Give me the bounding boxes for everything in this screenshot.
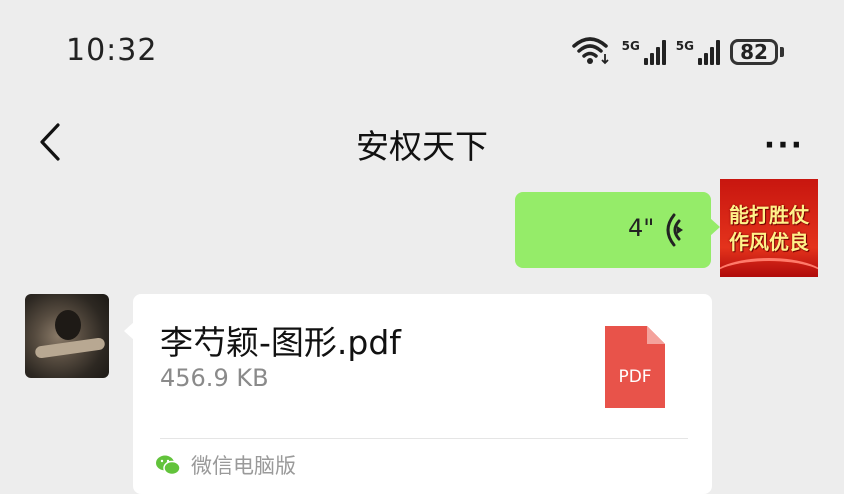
signal-icon-1: 5G [622,39,666,65]
battery-level: 82 [730,39,778,65]
divider [160,438,688,439]
my-avatar[interactable]: 能打胜仗 作风优良 [720,179,818,277]
signal-icon-2: 5G [676,39,720,65]
avatar-text-line2: 作风优良 [729,230,809,254]
friend-avatar[interactable] [25,294,109,378]
chat-title: 安权天下 [356,127,488,166]
network-type-1: 5G [621,39,640,53]
pdf-file-icon: PDF [605,326,665,408]
network-type-2: 5G [675,39,694,53]
file-name: 李芍颖-图形.pdf [160,323,401,362]
wifi-icon [571,35,612,69]
status-time: 10:32 [66,33,158,68]
voice-wave-icon [665,210,693,254]
avatar-text-line1: 能打胜仗 [729,203,809,227]
battery-icon: 82 [730,39,784,65]
status-icons: 5G 5G 82 [571,34,784,70]
voice-duration: 4" [628,214,655,242]
pdf-label: PDF [618,367,651,387]
wechat-icon [156,455,181,476]
file-message-card[interactable]: 李芍颖-图形.pdf 456.9 KB PDF 微信电脑版 [124,294,712,494]
voice-message-bubble[interactable]: 4" [515,192,720,268]
file-size: 456.9 KB [160,364,269,392]
more-button[interactable]: ··· [764,128,804,163]
source-label: 微信电脑版 [191,454,296,478]
file-source: 微信电脑版 [155,450,296,480]
